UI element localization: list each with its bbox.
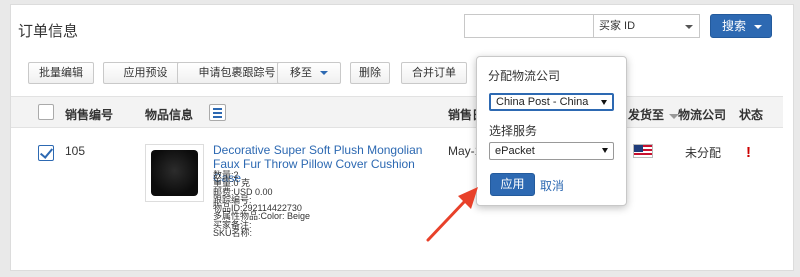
- list-icon[interactable]: [209, 104, 226, 121]
- select-all-checkbox[interactable]: [38, 104, 54, 120]
- search-button-label: 搜索: [722, 19, 747, 33]
- order-panel: [10, 4, 794, 271]
- meta-sku: SKU名称:: [213, 228, 253, 239]
- alert-icon[interactable]: !: [746, 144, 751, 161]
- chevron-down-icon: [320, 71, 328, 76]
- search-field-value: 买家 ID: [599, 20, 636, 32]
- page-title: 订单信息: [18, 23, 79, 40]
- apply-button[interactable]: 应用: [490, 173, 535, 196]
- sale-number: 105: [65, 144, 86, 158]
- header-status: 状态: [739, 108, 764, 122]
- header-ship-to[interactable]: 发货至: [628, 106, 664, 123]
- row-checkbox[interactable]: [38, 145, 54, 161]
- us-flag-icon: [633, 144, 653, 158]
- chevron-down-icon: [601, 100, 607, 105]
- chevron-down-icon: [685, 25, 693, 29]
- chevron-down-icon: [754, 25, 762, 29]
- carrier-status: 未分配: [685, 146, 722, 160]
- popover-title: 分配物流公司: [488, 69, 561, 83]
- apply-preset-button[interactable]: 应用预设: [103, 62, 188, 84]
- header-item-info: 物品信息: [145, 108, 194, 122]
- header-sale-no[interactable]: 销售编号: [65, 106, 113, 123]
- service-select[interactable]: ePacket: [489, 142, 614, 160]
- chevron-down-icon: [602, 148, 608, 153]
- service-select-value: ePacket: [495, 145, 535, 157]
- merge-orders-button[interactable]: 合并订单: [401, 62, 467, 84]
- product-thumbnail[interactable]: [145, 144, 204, 202]
- move-to-label: 移至: [290, 67, 312, 79]
- search-button[interactable]: 搜索: [710, 14, 772, 38]
- search-field-select[interactable]: 买家 ID: [593, 14, 700, 38]
- cancel-link[interactable]: 取消: [540, 177, 564, 194]
- carrier-select[interactable]: China Post - China: [489, 93, 614, 111]
- move-to-button[interactable]: 移至: [277, 62, 341, 84]
- bulk-edit-button[interactable]: 批量编辑: [28, 62, 94, 84]
- delete-button[interactable]: 删除: [350, 62, 390, 84]
- header-carrier[interactable]: 物流公司: [678, 106, 726, 123]
- item-meta: 数量:2 重量:0 克 邮费:USD 0.00 跟踪编号: 物品ID:29211…: [213, 170, 310, 239]
- table-header: 销售编号 物品信息 销售日 发货至 物流公司 状态: [11, 96, 783, 128]
- assign-carrier-popover: 分配物流公司 China Post - China 选择服务 ePacket 应…: [476, 56, 627, 206]
- service-label: 选择服务: [489, 124, 538, 138]
- search-input[interactable]: [464, 14, 593, 38]
- carrier-select-value: China Post - China: [496, 96, 589, 108]
